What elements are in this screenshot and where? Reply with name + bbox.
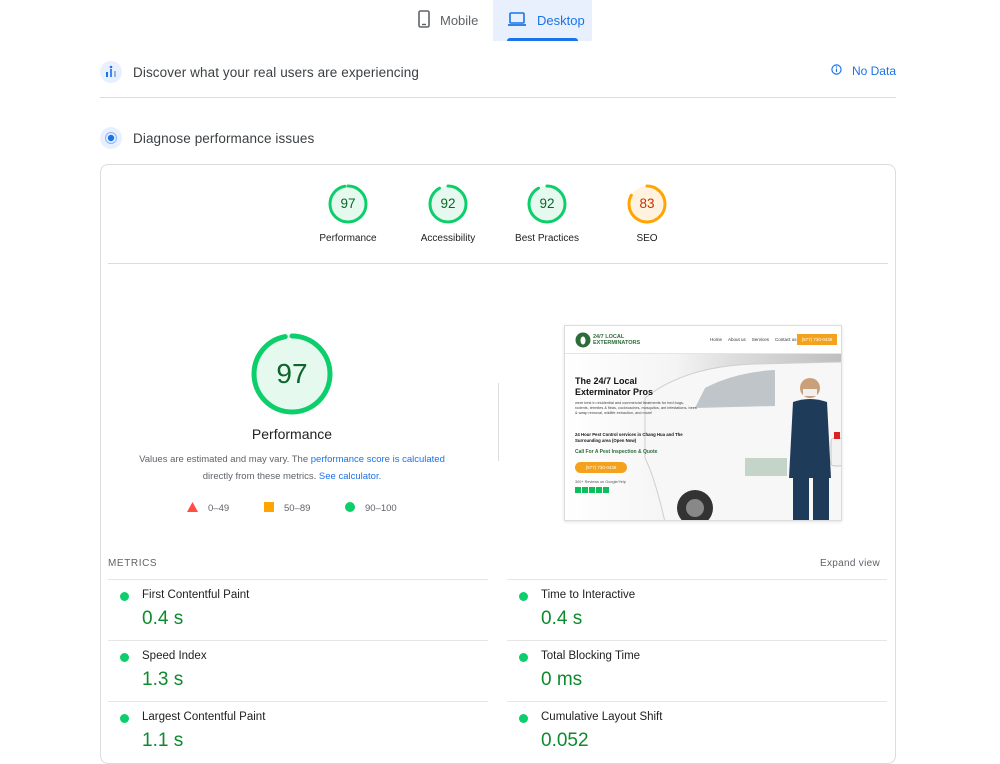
star-icon xyxy=(603,487,609,493)
star-icon xyxy=(589,487,595,493)
metric-time-to-interactive: Time to Interactive 0.4 s xyxy=(507,579,887,640)
metric-total-blocking-time: Total Blocking Time 0 ms xyxy=(507,640,887,701)
star-icon xyxy=(596,487,602,493)
score-gauge-seo[interactable]: 83 SEO xyxy=(597,183,697,244)
note-text-2: directly from these metrics. xyxy=(202,471,317,482)
gauge-score: 97 xyxy=(340,196,356,211)
circle-icon xyxy=(345,502,355,515)
performance-note-line2: directly from these metrics. See calcula… xyxy=(122,471,462,482)
screenshot-nav-item: Home xyxy=(710,337,723,342)
gauge-label: SEO xyxy=(636,233,658,244)
screenshot-headline: The 24/7 Local Exterminator Pros xyxy=(575,376,654,397)
screenshot-header: 24/7 LOCAL EXTERMINATORS Home About us S… xyxy=(565,326,841,354)
pass-circle-icon xyxy=(120,592,129,601)
triangle-icon xyxy=(187,502,198,515)
metric-name: Total Blocking Time xyxy=(541,650,641,662)
gauge-score: 92 xyxy=(539,196,555,211)
note-text: Values are estimated and may vary. The xyxy=(139,454,309,465)
laptop-icon xyxy=(507,11,527,30)
vertical-separator xyxy=(498,383,499,461)
metric-name: Largest Contentful Paint xyxy=(142,711,266,723)
performance-note-line1: Values are estimated and may vary. The p… xyxy=(122,454,462,465)
metric-name: First Contentful Paint xyxy=(142,589,250,601)
metric-value: 1.1 s xyxy=(142,730,184,751)
no-data-label: No Data xyxy=(851,64,896,78)
gauge-score: 83 xyxy=(639,196,655,211)
field-data-section: Discover what your real users are experi… xyxy=(100,61,896,83)
screenshot-subhead: 24 Hour Pest Control services in Chang H… xyxy=(575,432,683,443)
field-data-title: Discover what your real users are experi… xyxy=(133,64,419,80)
screenshot-brand: 24/7 LOCAL EXTERMINATORS xyxy=(593,334,641,346)
metric-name: Speed Index xyxy=(142,650,207,662)
metric-name: Cumulative Layout Shift xyxy=(541,711,663,723)
square-icon xyxy=(264,502,274,515)
diagnose-title: Diagnose performance issues xyxy=(133,130,315,146)
screenshot-nav-item: Contact us xyxy=(775,337,797,342)
legend-fail: 0–49 xyxy=(187,502,229,515)
tab-mobile-label: Mobile xyxy=(440,13,479,28)
legend-pass-range: 90–100 xyxy=(365,503,397,514)
performance-score-link[interactable]: performance score is calculated xyxy=(311,454,445,465)
lab-data-icon xyxy=(100,127,122,149)
metric-cumulative-layout-shift: Cumulative Layout Shift 0.052 xyxy=(507,701,887,762)
gauges-divider xyxy=(108,263,888,264)
star-icon xyxy=(582,487,588,493)
tab-desktop-label: Desktop xyxy=(537,13,585,28)
legend-pass: 90–100 xyxy=(345,502,397,515)
screenshot-nav-item: Services xyxy=(751,337,770,342)
pass-circle-icon xyxy=(519,714,528,723)
metric-value: 0 ms xyxy=(541,669,583,690)
screenshot-callout: Call For A Pest Inspection & Quote xyxy=(575,449,658,455)
metric-value: 1.3 s xyxy=(142,669,184,690)
gauge-score: 92 xyxy=(440,196,456,211)
active-tab-indicator xyxy=(507,38,578,41)
diagnose-section: Diagnose performance issues xyxy=(100,127,896,149)
no-data-indicator[interactable]: No Data xyxy=(831,64,896,78)
expand-view-button[interactable]: Expand view xyxy=(820,558,880,569)
screenshot-hero: The 24/7 Local Exterminator Pros were be… xyxy=(565,354,841,520)
gauge-label: Performance xyxy=(319,233,377,244)
screenshot-reviews: 300+ Reviews on Google/Yelp xyxy=(575,480,626,484)
performance-title: Performance xyxy=(251,426,333,442)
info-icon xyxy=(831,64,842,78)
pass-circle-icon xyxy=(120,714,129,723)
metric-name: Time to Interactive xyxy=(541,589,636,601)
screenshot-nav: Home About us Services Contact us xyxy=(710,337,797,342)
legend-average-range: 50–89 xyxy=(284,503,311,514)
performance-score-large: 97 xyxy=(276,358,308,389)
star-icon xyxy=(575,487,581,493)
bug-logo-icon xyxy=(575,332,591,348)
pass-circle-icon xyxy=(120,653,129,662)
tab-desktop[interactable]: Desktop xyxy=(493,0,592,41)
metric-value: 0.4 s xyxy=(541,608,583,629)
legend-average: 50–89 xyxy=(264,502,310,515)
calculator-link[interactable]: See calculator. xyxy=(319,471,381,482)
metrics-heading: METRICS xyxy=(108,558,158,569)
pass-circle-icon xyxy=(519,653,528,662)
metric-first-contentful-paint: First Contentful Paint 0.4 s xyxy=(108,579,488,640)
metric-value: 0.052 xyxy=(541,730,589,751)
score-gauge-performance[interactable]: 97 Performance xyxy=(298,183,398,244)
score-gauge-accessibility[interactable]: 92 Accessibility xyxy=(398,183,498,244)
phone-icon xyxy=(418,10,430,31)
screenshot-body: were best in residential and commercial … xyxy=(575,401,697,415)
gauge-label: Best Practices xyxy=(515,233,579,244)
metric-largest-contentful-paint: Largest Contentful Paint 1.1 s xyxy=(108,701,488,762)
page-screenshot: 24/7 LOCAL EXTERMINATORS Home About us S… xyxy=(564,325,842,521)
tab-mobile[interactable]: Mobile xyxy=(404,0,492,41)
metric-value: 0.4 s xyxy=(142,608,184,629)
legend-fail-range: 0–49 xyxy=(208,503,230,514)
screenshot-stars xyxy=(575,487,609,493)
section-divider xyxy=(100,97,896,98)
metric-speed-index: Speed Index 1.3 s xyxy=(108,640,488,701)
pass-circle-icon xyxy=(519,592,528,601)
users-data-icon xyxy=(100,61,122,83)
score-gauge-best-practices[interactable]: 92 Best Practices xyxy=(497,183,597,244)
screenshot-button: (877) 730-0438 xyxy=(575,462,627,473)
gauge-label: Accessibility xyxy=(420,233,476,244)
screenshot-nav-item: About us xyxy=(728,337,746,342)
screenshot-cta: (877) 730-0438 xyxy=(797,334,837,345)
